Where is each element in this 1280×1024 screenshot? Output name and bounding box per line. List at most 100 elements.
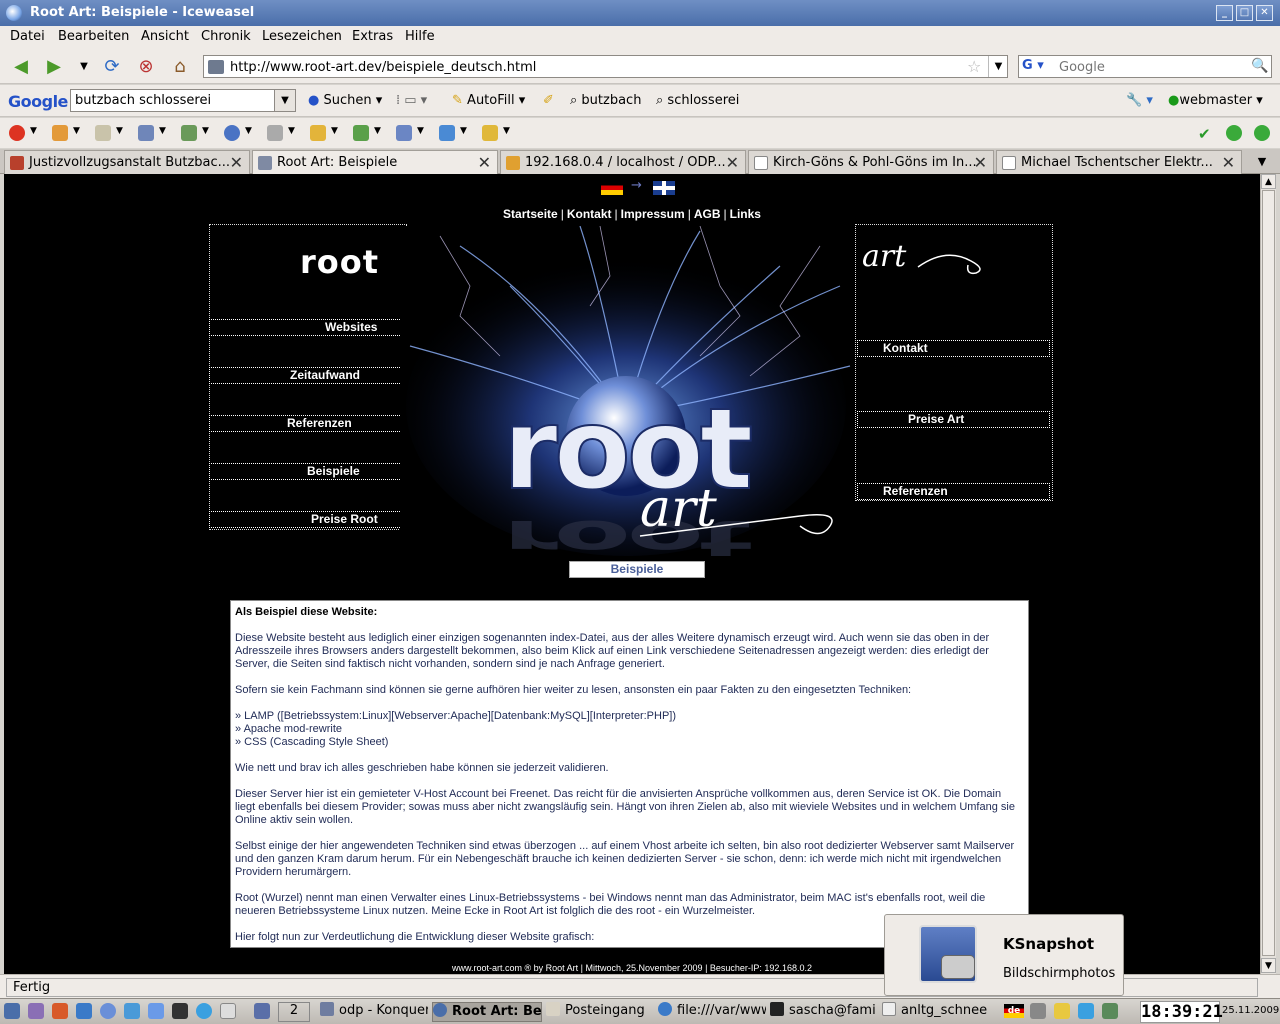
bookmark-star-icon[interactable]: ☆ — [967, 57, 981, 76]
tab-kirch-goens[interactable]: Kirch-Göns & Pohl-Göns im In... ✕ — [748, 150, 994, 174]
task-document[interactable]: anltg_schnee — [882, 1002, 994, 1022]
menu-datei[interactable]: Datei — [10, 29, 45, 44]
view-source-dropdown-icon[interactable]: ▼ — [460, 126, 467, 136]
outline-dropdown-icon[interactable]: ▼ — [331, 126, 338, 136]
search-term-schlosserei[interactable]: ⌕ schlosserei — [656, 93, 739, 108]
tab-close-icon[interactable]: ✕ — [974, 153, 987, 172]
tab-close-icon[interactable]: ✕ — [478, 153, 491, 172]
volume-icon[interactable] — [1030, 1003, 1046, 1019]
resize-dropdown-icon[interactable]: ▼ — [374, 126, 381, 136]
tab-close-icon[interactable]: ✕ — [726, 153, 739, 172]
left-nav-beispiele[interactable]: Beispiele — [209, 463, 404, 480]
search-input[interactable] — [1059, 58, 1249, 76]
iceweasel-icon[interactable] — [6, 5, 22, 21]
menu-extras[interactable]: Extras — [352, 29, 393, 44]
home-folder-icon[interactable] — [52, 1003, 68, 1019]
home-icon[interactable]: ⌂ — [168, 56, 192, 78]
nav-kontakt[interactable]: Kontakt — [567, 207, 612, 221]
tools-dropdown-icon[interactable]: ▼ — [417, 126, 424, 136]
misc-icon[interactable] — [267, 125, 283, 141]
user-dropdown-icon[interactable]: ▼ — [73, 126, 80, 136]
tab-list-dropdown-icon[interactable]: ▼ — [1250, 152, 1274, 172]
google-search-dropdown-icon[interactable]: ▼ — [274, 89, 296, 112]
url-bar[interactable]: ☆ ▼ — [203, 55, 1008, 78]
misc-dropdown-icon[interactable]: ▼ — [288, 126, 295, 136]
right-nav-referenzen[interactable]: Referenzen — [857, 483, 1050, 500]
search-engine-selector[interactable]: G ▾ — [1022, 58, 1052, 75]
clock[interactable]: 18:39:21 — [1140, 1001, 1223, 1023]
scroll-down-icon[interactable]: ▼ — [1261, 958, 1276, 973]
kde-menu-icon[interactable] — [4, 1003, 20, 1019]
updates-icon[interactable] — [1078, 1003, 1094, 1019]
messenger-icon[interactable] — [196, 1003, 212, 1019]
konqueror-icon[interactable] — [76, 1003, 92, 1019]
history-dropdown-icon[interactable]: ▼ — [72, 56, 96, 78]
google-account-button[interactable]: ●webmaster ▾ — [1168, 93, 1263, 108]
tools-icon[interactable] — [396, 125, 412, 141]
autofill-button[interactable]: ✎ AutoFill ▾ — [452, 93, 525, 108]
options-dropdown-icon[interactable]: ▼ — [503, 126, 510, 136]
tab-phpmyadmin[interactable]: 192.168.0.4 / localhost / ODP... ✕ — [500, 150, 746, 174]
task-iceweasel[interactable]: Root Art: Be — [432, 1002, 542, 1022]
card-dropdown-icon[interactable]: ▼ — [116, 126, 123, 136]
block-icon[interactable] — [9, 125, 25, 141]
nav-impressum[interactable]: Impressum — [621, 207, 685, 221]
nav-links[interactable]: Links — [730, 207, 761, 221]
stop-icon[interactable]: ⊗ — [134, 56, 158, 78]
right-nav-kontakt[interactable]: Kontakt — [857, 340, 1050, 357]
vertical-scrollbar[interactable]: ▲ ▼ — [1260, 174, 1276, 974]
image-dropdown-icon[interactable]: ▼ — [202, 126, 209, 136]
search-term-butzbach[interactable]: ⌕ butzbach — [570, 93, 641, 108]
card-icon[interactable] — [95, 125, 111, 141]
info-dropdown-icon[interactable]: ▼ — [245, 126, 252, 136]
search-magnifier-icon[interactable]: 🔍 — [1251, 58, 1268, 74]
tab-michael-tschentscher[interactable]: Michael Tschentscher Elektr... ✕ — [996, 150, 1242, 174]
task-file-browser[interactable]: file:///var/www — [658, 1002, 766, 1022]
left-nav-zeitaufwand[interactable]: Zeitaufwand — [209, 367, 404, 384]
browser-icon[interactable] — [100, 1003, 116, 1019]
tab-close-icon[interactable]: ✕ — [230, 153, 243, 172]
check-icon[interactable]: ✔ — [1198, 125, 1214, 143]
uk-flag-icon[interactable] — [653, 181, 675, 195]
left-nav-preise-root[interactable]: Preise Root — [209, 511, 404, 528]
forward-arrow-icon[interactable]: ▶ — [42, 56, 66, 78]
url-dropdown-icon[interactable]: ▼ — [988, 56, 1008, 77]
menu-ansicht[interactable]: Ansicht — [141, 29, 189, 44]
validator-ok-icon[interactable] — [1254, 125, 1270, 141]
outline-icon[interactable] — [310, 125, 326, 141]
validator-ok-icon[interactable] — [1226, 125, 1242, 141]
network-tray-icon[interactable] — [1102, 1003, 1118, 1019]
menu-chronik[interactable]: Chronik — [201, 29, 251, 44]
menu-bearbeiten[interactable]: Bearbeiten — [58, 29, 129, 44]
info-icon[interactable] — [224, 125, 240, 141]
google-logo[interactable]: Google — [8, 92, 68, 111]
desktop-1-icon[interactable] — [254, 1003, 270, 1019]
tab-root-art-beispiele[interactable]: Root Art: Beispiele ✕ — [252, 150, 498, 175]
reload-icon[interactable]: ⟳ — [100, 56, 124, 78]
options-icon[interactable] — [482, 125, 498, 141]
menu-hilfe[interactable]: Hilfe — [405, 29, 435, 44]
forms-icon[interactable] — [138, 125, 154, 141]
left-nav-websites[interactable]: Websites — [209, 319, 404, 336]
package-icon[interactable] — [124, 1003, 140, 1019]
right-nav-preise-art[interactable]: Preise Art — [857, 411, 1050, 428]
terminal-icon[interactable] — [172, 1003, 188, 1019]
left-nav-referenzen[interactable]: Referenzen — [209, 415, 404, 432]
menu-lesezeichen[interactable]: Lesezeichen — [262, 29, 342, 44]
task-posteingang[interactable]: Posteingang — [546, 1002, 654, 1022]
tab-justizvollzugsanstalt[interactable]: Justizvollzugsanstalt Butzbac... ✕ — [4, 150, 250, 174]
image-icon[interactable] — [181, 125, 197, 141]
search-bar[interactable]: G ▾ 🔍 — [1018, 55, 1272, 78]
nav-startseite[interactable]: Startseite — [503, 207, 558, 221]
window-titlebar[interactable]: Root Art: Beispiele - Iceweasel _ □ ✕ — [0, 0, 1280, 26]
scroll-up-icon[interactable]: ▲ — [1261, 174, 1276, 189]
resize-icon[interactable] — [353, 125, 369, 141]
back-arrow-icon[interactable]: ◀ — [9, 56, 33, 78]
close-button[interactable]: ✕ — [1256, 5, 1273, 21]
user-icon[interactable] — [52, 125, 68, 141]
app-launcher-icon[interactable] — [28, 1003, 44, 1019]
network-icon[interactable] — [148, 1003, 164, 1019]
block-dropdown-icon[interactable]: ▼ — [30, 126, 37, 136]
google-search-input[interactable] — [70, 89, 275, 112]
highlight-pen-icon[interactable]: ✐ — [543, 93, 554, 108]
